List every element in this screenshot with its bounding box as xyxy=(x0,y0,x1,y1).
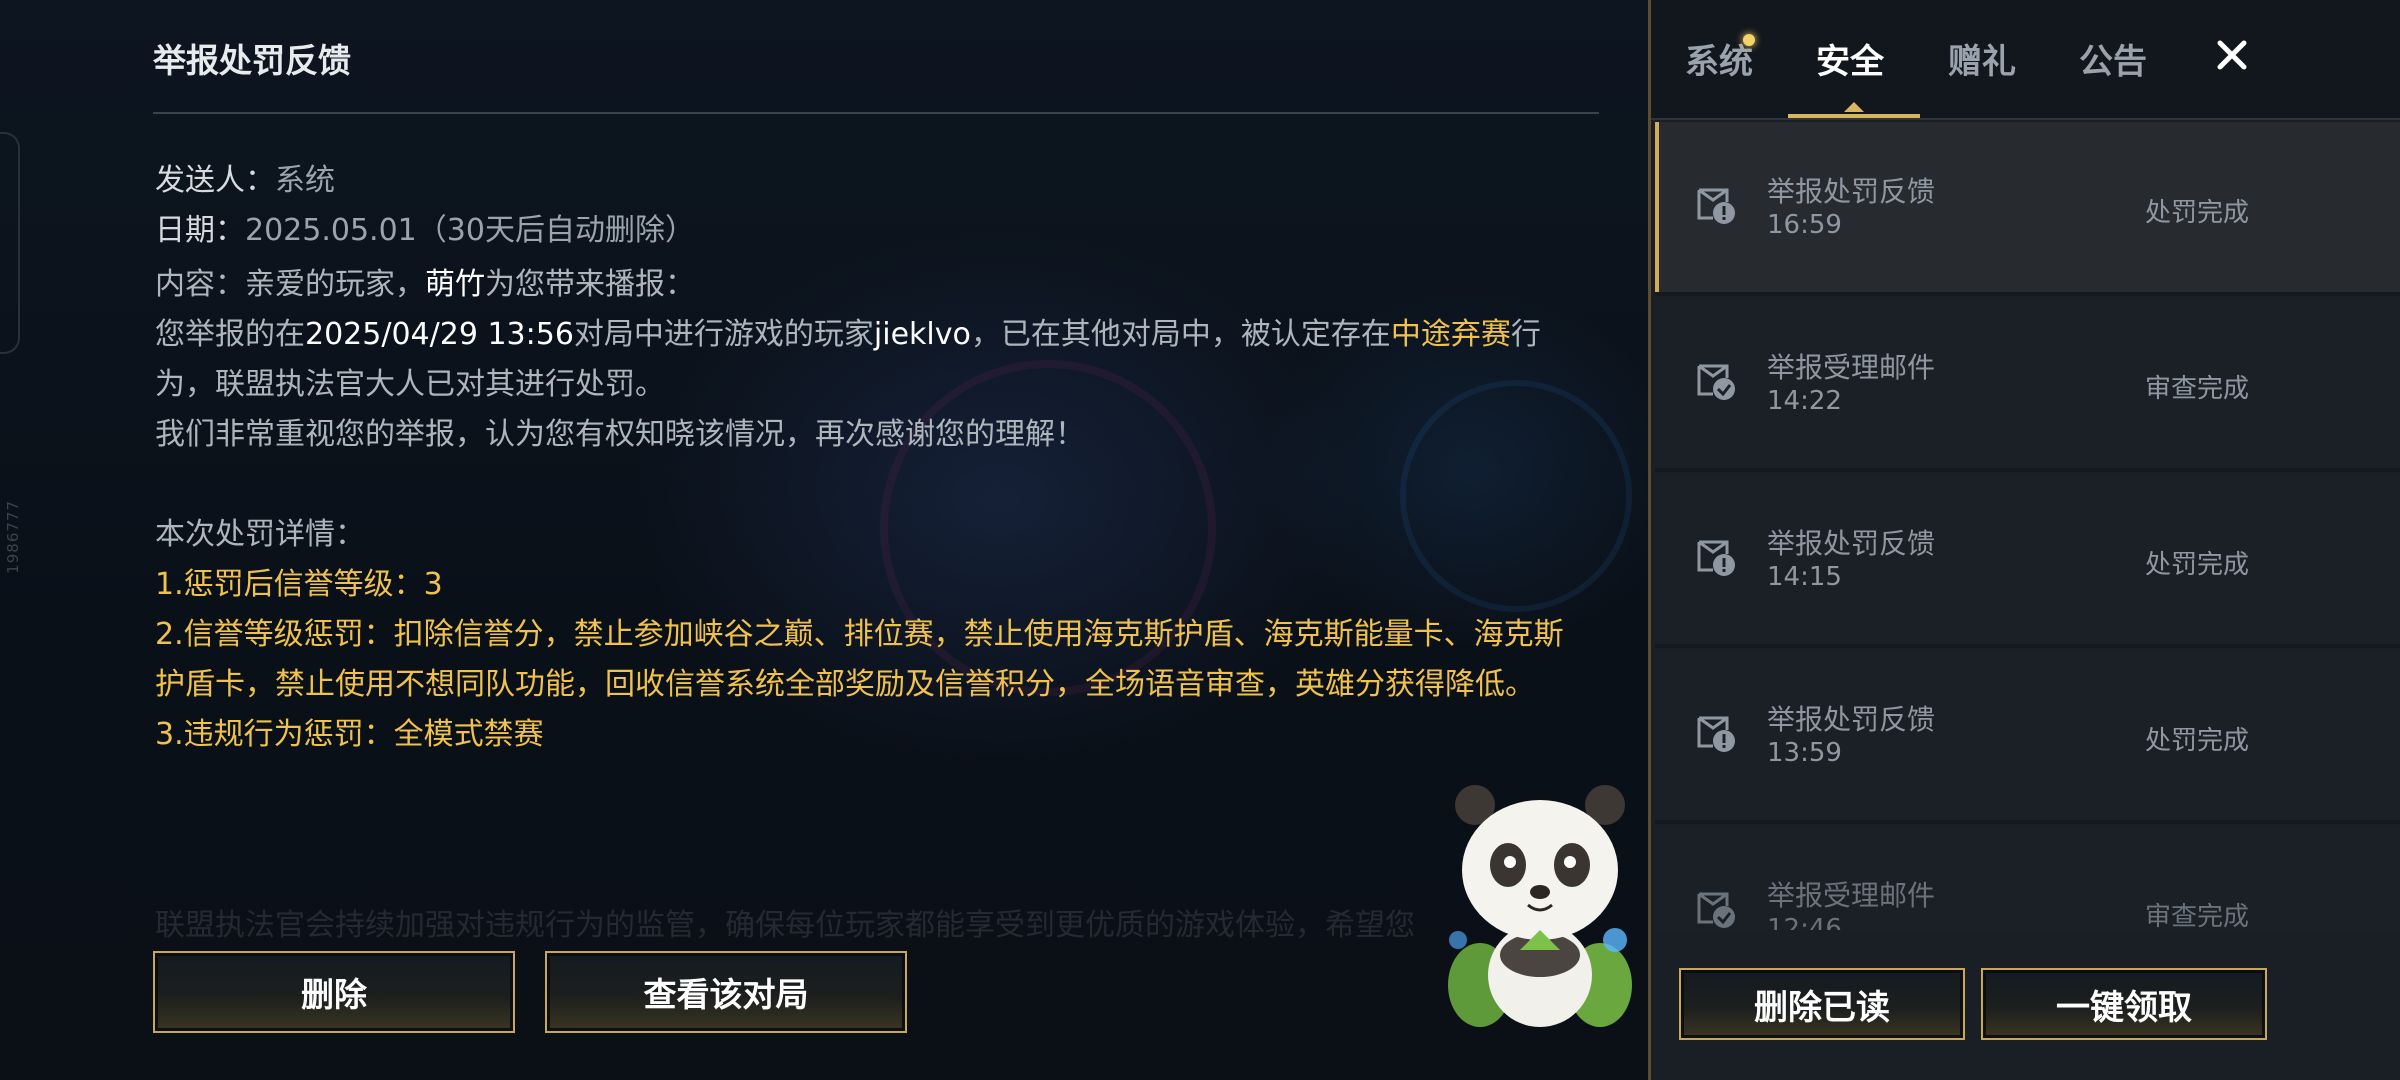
sender-value: 系统 xyxy=(275,163,335,198)
close-icon xyxy=(2217,40,2247,70)
category-tabs: 系统 安全 赠礼 公告 xyxy=(1651,0,2400,118)
mail-list-item[interactable]: 举报受理邮件 14:22 审查完成 xyxy=(1655,298,2400,472)
view-match-button[interactable]: 查看该对局 xyxy=(545,951,907,1033)
new-indicator-dot xyxy=(1743,34,1755,46)
para1-text-b: 对局中进行游戏的玩家 xyxy=(573,317,874,352)
faded-scroll-text: 联盟执法官会持续加强对违规行为的监管，确保每位玩家都能享受到更优质的游戏体验，希… xyxy=(155,908,1415,943)
announcer-name: 萌竹 xyxy=(425,267,485,302)
report-datetime: 2025/04/29 13:56 xyxy=(305,317,574,352)
close-button[interactable] xyxy=(2207,30,2257,80)
mail-status: 处罚完成 xyxy=(2145,198,2250,228)
detail-item-1: 1.惩罚后信誉等级：3 xyxy=(155,567,443,602)
mail-title: 举报处罚反馈 xyxy=(153,41,351,80)
mail-list-panel: 系统 安全 赠礼 公告 举报处罚反馈 16:59 处罚完成 举报受理邮件 14:… xyxy=(1648,0,2400,1080)
delete-button[interactable]: 删除 xyxy=(153,951,515,1033)
violation-type: 中途弃赛 xyxy=(1390,317,1511,352)
panda-mascot-icon xyxy=(1448,785,1632,1027)
title-divider xyxy=(153,112,1599,114)
mail-detail: 举报处罚反馈 发送人：系统 日期：2025.05.01（30天后自动删除） 内容… xyxy=(0,0,1648,1080)
mail-status: 处罚完成 xyxy=(2145,550,2250,580)
mail-time: 14:22 xyxy=(1767,386,1842,416)
detail-item-3: 3.违规行为惩罚：全模式禁赛 xyxy=(155,717,544,752)
mail-status: 审查完成 xyxy=(2145,902,2250,930)
mail-alert-icon xyxy=(1697,716,1735,752)
mail-subject: 举报处罚反馈 xyxy=(1767,703,1936,736)
delete-read-button[interactable]: 删除已读 xyxy=(1679,968,1965,1040)
tab-security[interactable]: 安全 xyxy=(1816,34,1884,83)
mail-subject: 举报处罚反馈 xyxy=(1767,175,1936,208)
details-heading: 本次处罚详情： xyxy=(155,517,365,552)
mail-time: 13:59 xyxy=(1767,738,1842,768)
reported-player: jieklvo xyxy=(873,317,971,352)
mail-time: 12:46 xyxy=(1767,914,1842,930)
mail-list: 举报处罚反馈 16:59 处罚完成 举报受理邮件 14:22 审查完成 举报处罚… xyxy=(1651,120,2400,930)
mail-content: 内容：亲爱的玩家，萌竹为您带来播报： 您举报的在2025/04/29 13:56… xyxy=(155,260,1575,760)
tab-announcements[interactable]: 公告 xyxy=(2079,34,2147,83)
tab-gifts[interactable]: 赠礼 xyxy=(1948,34,2016,83)
content-suffix: 为您带来播报： xyxy=(485,267,695,302)
claim-all-button[interactable]: 一键领取 xyxy=(1981,968,2267,1040)
mail-time: 14:15 xyxy=(1767,562,1842,592)
sender-label: 发送人： xyxy=(155,163,275,198)
mail-subject: 举报受理邮件 xyxy=(1767,351,1936,384)
para1-text-c: ，已在其他对局中，被认定存在 xyxy=(970,317,1391,352)
mail-status: 审查完成 xyxy=(2145,374,2250,404)
content-greeting: 内容：亲爱的玩家，萌竹为您带来播报： xyxy=(155,260,1575,310)
mail-list-item[interactable]: 举报处罚反馈 13:59 处罚完成 xyxy=(1655,650,2400,824)
mail-list-item[interactable]: 举报处罚反馈 16:59 处罚完成 xyxy=(1655,122,2400,296)
mail-status: 处罚完成 xyxy=(2145,726,2250,756)
date-value: 2025.05.01（30天后自动删除） xyxy=(245,213,695,248)
mail-alert-icon xyxy=(1697,540,1735,576)
content-prefix: 内容：亲爱的玩家， xyxy=(155,267,425,302)
mail-subject: 举报处罚反馈 xyxy=(1767,527,1936,560)
mail-list-item[interactable]: 举报处罚反馈 14:15 处罚完成 xyxy=(1655,474,2400,648)
date-label: 日期： xyxy=(155,213,245,248)
mail-check-icon xyxy=(1697,892,1735,928)
mail-subject: 举报受理邮件 xyxy=(1767,879,1936,912)
mail-list-item[interactable]: 举报受理邮件 12:46 审查完成 xyxy=(1655,826,2400,930)
active-tab-caret xyxy=(1844,102,1864,112)
mail-time: 16:59 xyxy=(1767,210,1842,240)
sender-line: 发送人：系统 xyxy=(155,155,335,199)
mail-check-icon xyxy=(1697,364,1735,400)
content-paragraph-1: 您举报的在2025/04/29 13:56对局中进行游戏的玩家jieklvo，已… xyxy=(155,310,1575,410)
selected-accent xyxy=(1655,122,1659,292)
detail-item-2: 2.信誉等级惩罚：扣除信誉分，禁止参加峡谷之巅、排位赛，禁止使用海克斯护盾、海克… xyxy=(155,617,1564,702)
mail-alert-icon xyxy=(1697,188,1735,224)
content-paragraph-2: 我们非常重视您的举报，认为您有权知晓该情况，再次感谢您的理解！ xyxy=(155,417,1085,452)
date-line: 日期：2025.05.01（30天后自动删除） xyxy=(155,205,695,249)
para1-text-a: 您举报的在 xyxy=(155,317,305,352)
